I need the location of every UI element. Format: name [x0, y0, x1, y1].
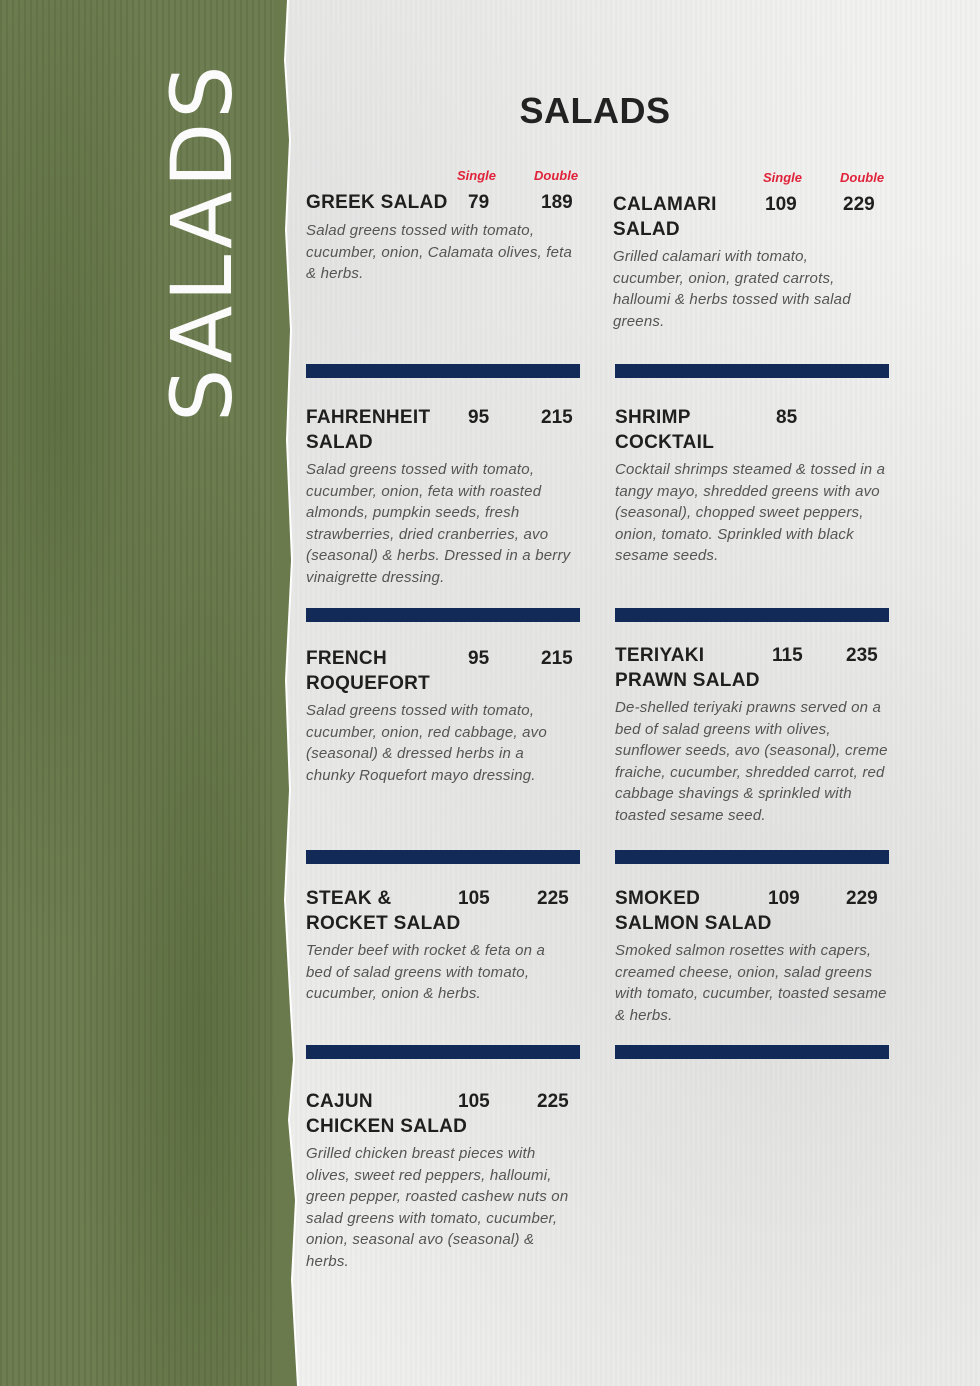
item-name-line-1: TERIYAKI [615, 645, 705, 666]
item-name-line-1: FRENCH [306, 648, 387, 669]
price-double: 235 [846, 645, 878, 666]
divider [615, 850, 889, 864]
item-name-line-1: SMOKED [615, 888, 701, 909]
price-single: 95 [468, 648, 490, 669]
torn-edge [274, 0, 299, 1386]
item-description: Cocktail shrimps steamed & tossed in a t… [615, 461, 886, 564]
price-double: 229 [846, 888, 878, 909]
divider [306, 364, 580, 378]
price-single: 95 [468, 407, 490, 428]
divider [306, 608, 580, 622]
item-name-line-2: ROCKET SALAD [306, 913, 461, 934]
page-title: SALADS [519, 90, 671, 131]
item-description: Salad greens tossed with tomato, cucumbe… [306, 702, 547, 784]
divider [615, 1045, 889, 1059]
item-name-line-2: ROQUEFORT [306, 673, 431, 694]
item-name: GREEK SALAD [306, 192, 448, 213]
price-single: 109 [768, 888, 800, 909]
price-single: 115 [772, 645, 803, 666]
item-description: Salad greens tossed with tomato, cucumbe… [306, 461, 571, 586]
item-description: Salad greens tossed with tomato, cucumbe… [306, 222, 573, 282]
double-label-left: Double [534, 168, 579, 183]
divider [306, 1045, 580, 1059]
price-single: 105 [458, 888, 490, 909]
single-label-right: Single [763, 170, 803, 185]
price-double: 215 [541, 648, 573, 669]
divider [615, 364, 889, 378]
price-double: 225 [537, 1091, 569, 1112]
item-description: Smoked salmon rosettes with capers, crea… [615, 942, 887, 1024]
item-name-line-2: PRAWN SALAD [615, 670, 760, 691]
item-name-line-2: SALMON SALAD [615, 913, 772, 934]
item-name-line-1: CAJUN [306, 1091, 373, 1112]
item-name-line-1: STEAK & [306, 888, 392, 909]
price-double: 189 [541, 192, 573, 213]
item-name-line-1: SHRIMP [615, 407, 691, 428]
sidebar-title: SALADS [153, 61, 251, 422]
price-double: 215 [541, 407, 573, 428]
price-single: 109 [765, 194, 797, 215]
item-description: Grilled chicken breast pieces with olive… [306, 1145, 569, 1270]
item-name-line-1: CALAMARI [613, 194, 717, 215]
divider [615, 608, 889, 622]
divider [306, 850, 580, 864]
double-label-right: Double [840, 170, 885, 185]
item-name-line-2: SALAD [306, 432, 373, 453]
item-name-line-2: CHICKEN SALAD [306, 1116, 468, 1137]
item-name-line-2: COCKTAIL [615, 432, 715, 453]
item-name-line-1: FAHRENHEIT [306, 407, 431, 428]
item-description: Grilled calamari with tomato, cucumber, … [613, 248, 851, 330]
price-single: 79 [468, 192, 490, 213]
price-double: 225 [537, 888, 569, 909]
item-name-line-2: SALAD [613, 219, 680, 240]
single-label-left: Single [457, 168, 497, 183]
price-single: 105 [458, 1091, 490, 1112]
price-single: 85 [776, 407, 798, 428]
item-description: Tender beef with rocket & feta on a bed … [306, 942, 546, 1002]
price-double: 229 [843, 194, 875, 215]
item-description: De-shelled teriyaki prawns served on a b… [615, 699, 888, 824]
